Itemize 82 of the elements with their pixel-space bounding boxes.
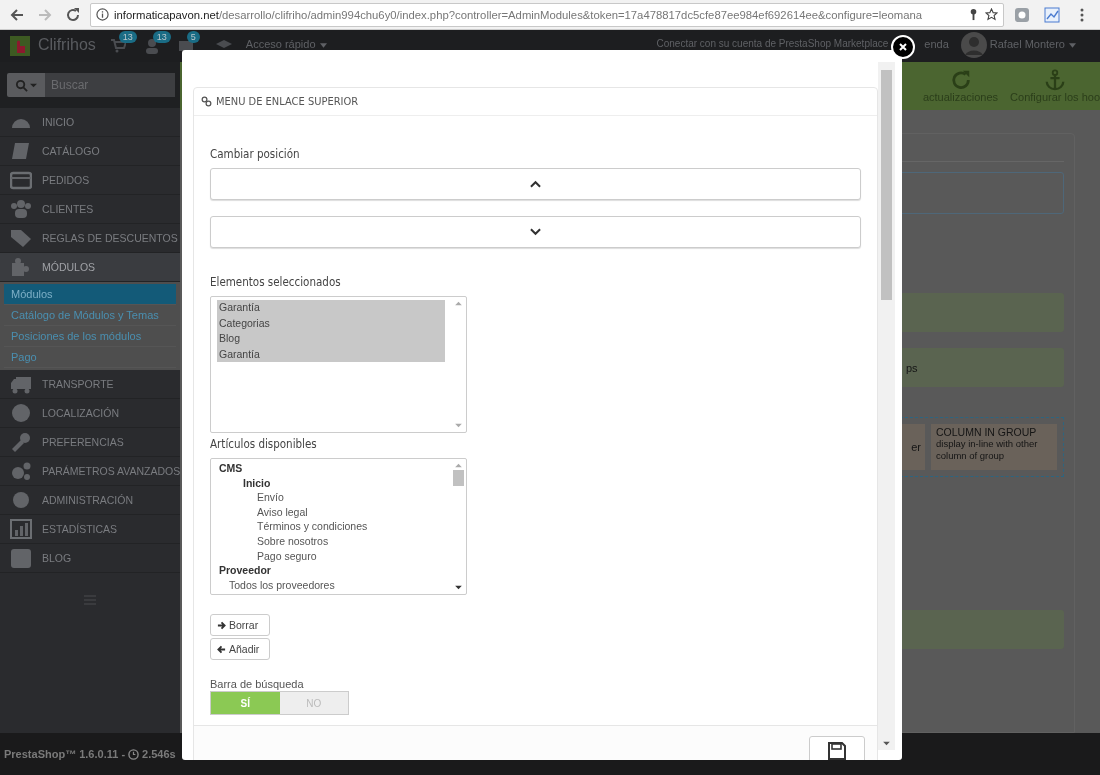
load-time: 2.546s — [142, 748, 176, 760]
add-button[interactable]: Añadir — [210, 638, 270, 660]
search-icon — [15, 78, 28, 92]
forward-icon[interactable] — [37, 6, 53, 23]
list-option[interactable]: CMS — [211, 461, 449, 476]
scroll-down-icon[interactable] — [455, 585, 462, 590]
search-type-button[interactable] — [7, 73, 45, 97]
remove-button[interactable]: Borrar — [210, 614, 270, 636]
panel-title: MENU DE ENLACE SUPERIOR — [216, 95, 359, 108]
caret-icon — [319, 43, 327, 48]
user-menu[interactable]: Rafael Montero — [989, 38, 1065, 50]
arrow-right-icon — [217, 620, 226, 630]
list-option[interactable]: Todos los proveedores — [211, 577, 449, 593]
scroll-down-icon[interactable] — [883, 741, 890, 746]
scroll-up-icon[interactable] — [455, 463, 462, 468]
toggle-option[interactable]: SÍ — [211, 692, 280, 714]
list-option[interactable]: Términos y condiciones — [211, 519, 449, 534]
anchor-icon — [1044, 69, 1067, 91]
column-description: display in-line with other column of group — [936, 438, 1039, 462]
quick-access-menu[interactable]: Acceso rápido — [245, 38, 316, 50]
star-icon[interactable] — [985, 8, 998, 21]
submenu-item[interactable]: Pago — [4, 347, 176, 368]
field-label: Barra de búsqueda — [210, 678, 304, 690]
move-down-button[interactable] — [210, 216, 861, 248]
count-badge: 13 — [152, 31, 171, 43]
chevron-up-icon — [530, 180, 541, 188]
clock-icon — [128, 748, 140, 760]
scrollbar-thumb[interactable] — [881, 70, 892, 300]
field-label: Cambiar posición — [210, 147, 300, 161]
version-text: PrestaShop™ 1.6.0.11 - — [4, 748, 126, 760]
refresh-icon — [949, 69, 972, 91]
arrow-left-icon — [217, 644, 226, 654]
close-icon — [898, 42, 908, 52]
count-badge: 5 — [186, 31, 200, 43]
available-items-list[interactable]: CMS Inicio Envío Aviso legal Términos y condiciones Sobre nosotros Pago seguro Proveedor Todos los proveedores — [210, 458, 467, 595]
gears-icon — [10, 461, 32, 481]
list-option[interactable]: Aviso legal — [211, 504, 449, 520]
puzzle-icon — [10, 257, 32, 277]
selected-items-list[interactable]: Garantía Categorias Blog Garantía — [210, 296, 467, 433]
count-badge: 13 — [118, 31, 137, 43]
list-option[interactable]: Envío — [211, 490, 449, 505]
scroll-up-icon[interactable] — [455, 301, 462, 306]
people-icon — [10, 199, 32, 219]
avatar-icon[interactable] — [960, 32, 987, 58]
list-option[interactable]: Sobre nosotros — [211, 533, 449, 549]
credit-card-icon — [10, 170, 32, 190]
extension-icon[interactable] — [1014, 6, 1030, 23]
wrench-icon — [10, 432, 32, 452]
truck-icon — [10, 374, 32, 394]
envelope-icon[interactable] — [177, 38, 194, 54]
caret-icon — [1069, 43, 1076, 48]
partial-text: er — [911, 441, 922, 453]
list-option[interactable]: Proveedor — [211, 563, 449, 578]
chart-extension-icon[interactable] — [1044, 6, 1060, 23]
tag-icon — [10, 228, 32, 248]
caret-icon — [30, 81, 37, 89]
bar-chart-icon — [10, 519, 32, 539]
marketplace-link[interactable]: Conectar con su cuenta de PrestaShop Marketplace — [656, 38, 889, 49]
reload-icon[interactable] — [65, 6, 81, 23]
field-label: Artículos disponibles — [210, 437, 317, 451]
submenu-item[interactable]: Módulos — [4, 284, 176, 305]
sidebar-item[interactable]: MÓDULOS — [0, 253, 180, 282]
store-link[interactable]: enda — [924, 38, 949, 50]
list-option[interactable]: Garantía — [217, 300, 445, 316]
list-option[interactable]: Inicio — [211, 475, 449, 491]
person-icon[interactable] — [143, 38, 160, 54]
list-option[interactable]: Pago seguro — [211, 548, 449, 564]
list-option[interactable]: Blog — [217, 331, 445, 347]
address-field[interactable]: informaticapavon.net/desarrollo/clifriho/admin994chu6y0/index.php?controller=AdminModules&token=17a478817dc5cfe87ee984ef692614ee&configure=leomana — [90, 2, 1004, 27]
submenu-item[interactable]: Catálogo de Módulos y Temas — [4, 305, 176, 326]
field-label: Elementos seleccionados — [210, 275, 341, 289]
link-icon — [201, 96, 212, 107]
chevron-down-icon — [530, 228, 541, 236]
partial-text: ps — [906, 361, 918, 374]
column-title: COLUMN IN GROUP — [936, 426, 1038, 438]
shop-name[interactable]: Clifrihos — [38, 36, 96, 54]
cart-icon[interactable] — [109, 38, 126, 54]
submenu-item[interactable]: Posiciones de los módulos — [4, 326, 176, 347]
back-icon[interactable] — [9, 6, 25, 23]
move-up-button[interactable] — [210, 168, 861, 200]
info-icon — [96, 8, 109, 21]
scrollbar-thumb[interactable] — [453, 470, 464, 486]
